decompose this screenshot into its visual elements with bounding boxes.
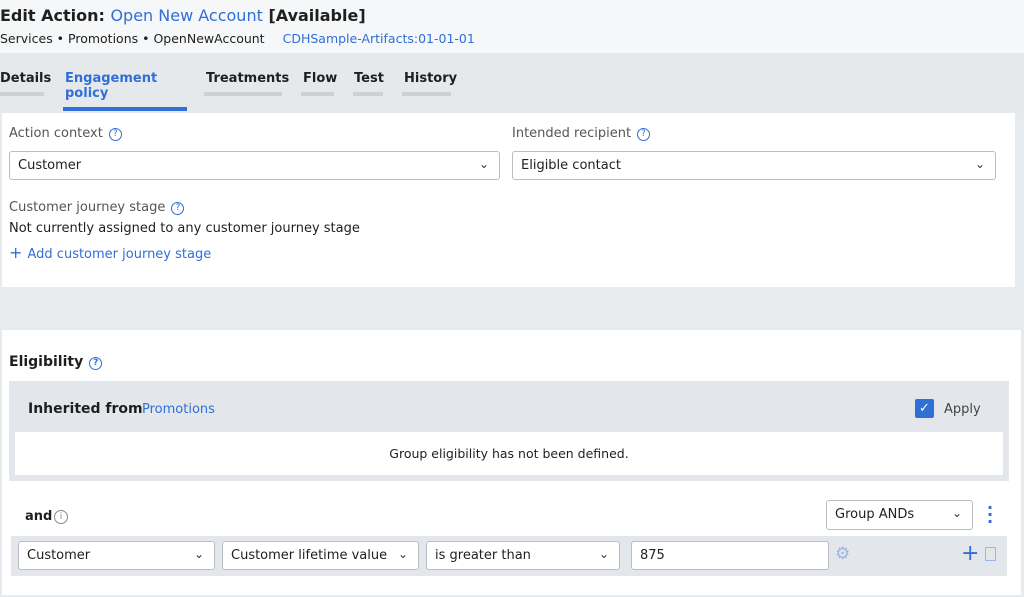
condition-entity-select[interactable]: Customer ⌄ (18, 541, 215, 570)
more-options-icon[interactable]: · · · (987, 500, 993, 530)
help-icon[interactable]: ? (637, 128, 651, 141)
action-context-select[interactable]: Customer ⌄ (9, 151, 500, 180)
help-icon[interactable]: ? (171, 202, 185, 215)
intended-recipient-label: Intended recipient? (512, 126, 651, 141)
apply-label: Apply (944, 402, 981, 417)
chevron-down-icon: ⌄ (193, 547, 204, 561)
help-icon[interactable]: ? (108, 128, 122, 141)
action-name-link[interactable]: Open New Account (110, 6, 262, 25)
page-title: Edit Action: Open New Account [Available… (0, 6, 366, 25)
chevron-down-icon: ⌄ (397, 547, 408, 561)
eligibility-title: Eligibility? (9, 354, 103, 370)
apply-checkbox[interactable]: ✓ (915, 399, 934, 418)
condition-row: Customer ⌄ Customer lifetime value ⌄ is gr… (11, 536, 1007, 576)
condition-operator-select[interactable]: is greater than ⌄ (426, 541, 620, 570)
chevron-down-icon: ⌄ (598, 547, 609, 561)
page-header: Edit Action: Open New Account [Available… (0, 0, 1024, 53)
tab-bar: Details Engagement policy Treatments Flo… (0, 53, 1024, 113)
condition-value-input[interactable]: 875 (631, 541, 829, 570)
context-panel: Action context? Customer ⌄ Intended recip… (2, 113, 1015, 287)
tab-details[interactable]: Details (0, 71, 51, 96)
help-icon[interactable]: ? (89, 357, 103, 370)
inherited-from-link[interactable]: Promotions (142, 402, 215, 417)
eligibility-panel: Eligibility? Inherited from Promotions ✓… (2, 330, 1021, 595)
journey-stage-text: Not currently assigned to any customer j… (9, 221, 360, 236)
chevron-down-icon: ⌄ (951, 506, 962, 520)
journey-stage-label: Customer journey stage? (9, 200, 185, 215)
gear-icon[interactable]: ⚙ (835, 544, 850, 564)
ruleset-link[interactable]: CDHSample-Artifacts:01-01-01 (283, 31, 475, 46)
add-condition-icon[interactable]: + (961, 541, 979, 566)
status-badge: [Available] (268, 6, 366, 25)
tab-treatments[interactable]: Treatments (204, 71, 289, 96)
breadcrumb: Services • Promotions • OpenNewAccount CD… (0, 31, 475, 46)
tab-engagement-policy[interactable]: Engagement policy (63, 71, 187, 111)
intended-recipient-select[interactable]: Eligible contact ⌄ (512, 151, 996, 180)
and-label: and (25, 509, 53, 524)
inherited-section: Inherited from Promotions ✓ Apply Group … (9, 381, 1009, 481)
tab-test[interactable]: Test (353, 71, 384, 96)
condition-property-select[interactable]: Customer lifetime value ⌄ (222, 541, 419, 570)
inherited-label: Inherited from (28, 401, 143, 417)
info-icon[interactable]: i (54, 510, 68, 524)
tab-flow[interactable]: Flow (301, 71, 337, 96)
group-mode-select[interactable]: Group ANDs ⌄ (826, 500, 973, 530)
delete-icon[interactable] (985, 547, 996, 561)
action-context-label: Action context? (9, 126, 122, 141)
add-journey-stage-link[interactable]: + Add customer journey stage (9, 243, 211, 262)
tab-history[interactable]: History (402, 71, 457, 96)
group-message: Group eligibility has not been defined. (15, 432, 1003, 475)
chevron-down-icon: ⌄ (974, 157, 985, 171)
chevron-down-icon: ⌄ (478, 157, 489, 171)
plus-icon: + (9, 243, 28, 262)
